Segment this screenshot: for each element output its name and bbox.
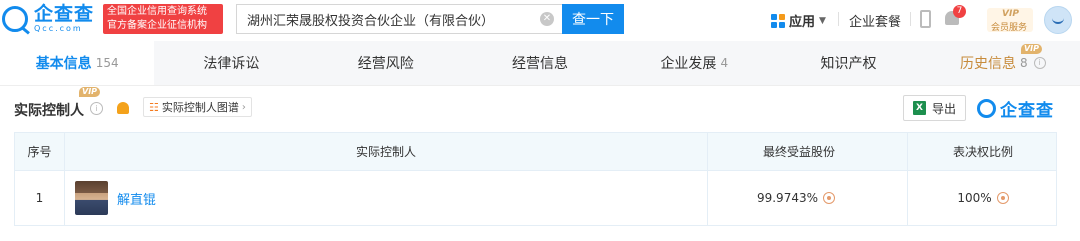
info-icon[interactable]: i [90,102,103,115]
benefit-share-cell: 99.9743% [708,171,908,225]
equity-path-icon[interactable] [823,192,835,204]
vip-label: VIP [1002,9,1019,19]
table-row: 1 解直锟 99.9743% 100% [15,171,1056,225]
info-icon[interactable]: i [1033,57,1046,69]
divider [838,12,839,26]
export-button[interactable]: X 导出 [903,95,966,121]
brand-watermark: 企查查 [977,96,1054,121]
tab-business-risk[interactable]: 经营风险 [309,41,463,85]
vip-tag: VIP [1020,44,1042,54]
column-header-benefit-share: 最终受益股份 [708,133,908,170]
tab-development[interactable]: 企业发展 4 [617,41,771,85]
divider [910,12,911,26]
notification-count-badge: 7 [953,5,966,18]
excel-icon: X [912,101,926,115]
search-button[interactable]: 查一下 [562,4,624,34]
controller-table: 序号 实际控制人 最终受益股份 表决权比例 1 解直锟 99.9743% 100… [14,132,1057,226]
controller-name-link[interactable]: 解直锟 [117,189,156,208]
column-header-index: 序号 [15,133,65,170]
benefit-share-value: 99.9743% [756,191,818,205]
mobile-phone-icon[interactable] [920,10,931,28]
controller-graph-button[interactable]: ☷ 实际控制人图谱 › [143,97,252,117]
tab-ip[interactable]: 知识产权 [771,41,925,85]
graph-icon: ☷ [149,100,159,114]
vip-service-label: 会员服务 [991,23,1028,33]
logo-domain: Qcc.com [34,24,83,33]
tab-basic-info[interactable]: 基本信息 154 [0,41,155,85]
tab-business-info[interactable]: 经营信息 [463,41,617,85]
column-header-voting-ratio: 表决权比例 [952,145,1013,159]
table-header: 序号 实际控制人 最终受益股份 表决权比例 [15,133,1056,171]
vip-tag: VIP [79,87,101,97]
logo[interactable]: 企查查 Qcc.com [2,5,94,33]
app-menu[interactable]: 应用 ▼ [771,11,826,30]
row-index: 1 [15,171,65,225]
voting-ratio-cell: 100% [908,171,1058,225]
voting-ratio-value: 100% [957,191,992,205]
user-avatar[interactable] [1044,6,1072,34]
tab-bar: 基本信息 154 法律诉讼 经营风险 经营信息 企业发展 4 知识产权 历史信息 8 … [0,41,1080,85]
section-title: 实际控制人 [14,103,84,119]
column-header-controller: 实际控制人 [65,133,708,170]
logo-search-icon [2,6,28,32]
vip-service-button[interactable]: VIP 会员服务 [987,8,1033,33]
search-box: ✕ [236,4,562,34]
tab-legal[interactable]: 法律诉讼 [154,41,308,85]
tab-history[interactable]: 历史信息 8 i VIP [926,41,1080,85]
logo-text: 企查查 [34,3,95,25]
caret-down-icon: ▼ [819,15,826,26]
person-photo[interactable] [75,181,108,215]
search-input[interactable] [237,5,537,33]
logo-search-icon [977,99,996,118]
enterprise-suite-link[interactable]: 企业套餐 [849,11,901,30]
clear-icon[interactable]: ✕ [540,12,554,26]
app-grid-icon [771,13,785,28]
monitor-bell-icon[interactable] [117,102,129,114]
app-menu-label: 应用 [789,15,816,30]
chevron-right-icon: › [241,101,246,113]
equity-path-icon[interactable] [996,192,1009,204]
credit-system-badge: 全国企业信用查询系统 官方备案企业征信机构 [103,4,223,34]
controller-cell: 解直锟 [65,171,708,225]
top-bar: 企查查 Qcc.com 全国企业信用查询系统 官方备案企业征信机构 ✕ 查一下 … [0,0,1080,38]
divider [0,85,1080,86]
